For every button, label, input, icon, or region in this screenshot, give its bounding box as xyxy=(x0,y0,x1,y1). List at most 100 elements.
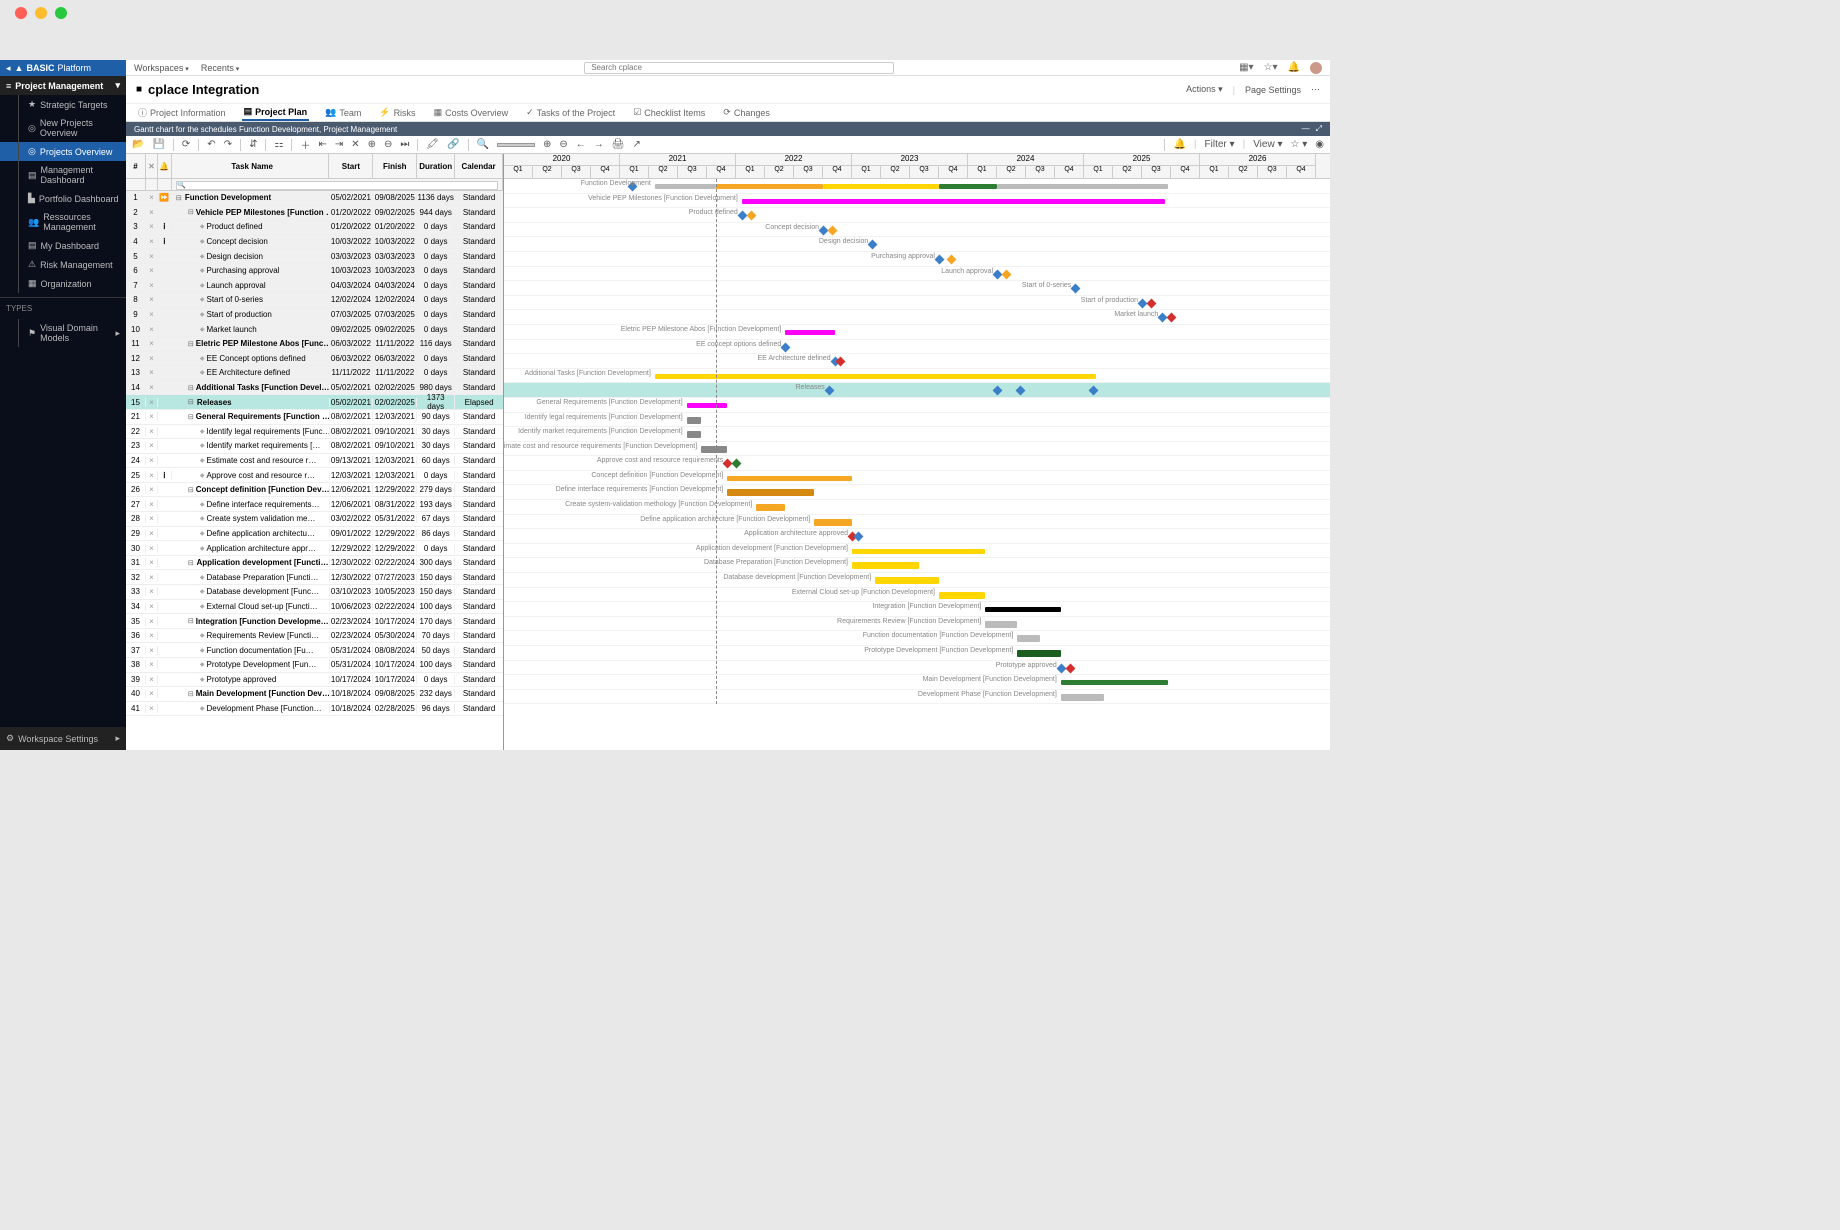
milestone-icon[interactable] xyxy=(1167,313,1177,323)
table-row[interactable]: 1×⏩⊟Function Development05/02/202109/08/… xyxy=(126,191,503,206)
menu-recents[interactable]: Recents xyxy=(201,63,240,73)
row-cut-icon[interactable]: × xyxy=(146,573,158,582)
gantt-bar[interactable] xyxy=(742,199,1165,204)
row-cut-icon[interactable]: × xyxy=(146,398,158,407)
table-row[interactable]: 15×⊟Releases05/02/202102/02/20251373 day… xyxy=(126,395,503,410)
collapse-icon[interactable]: ⊟ xyxy=(188,559,195,567)
table-row[interactable]: 28×◆Create system validation me…03/02/20… xyxy=(126,512,503,527)
table-row[interactable]: 36×◆Requirements Review [Functi…02/23/20… xyxy=(126,629,503,644)
table-row[interactable]: 12×◆EE Concept options defined06/03/2022… xyxy=(126,352,503,367)
table-row[interactable]: 34×◆External Cloud set-up [Functi…10/06/… xyxy=(126,600,503,615)
sidebar-item-my-dashboard[interactable]: ▤My Dashboard xyxy=(0,236,126,255)
undo-icon[interactable]: ↶ xyxy=(207,139,215,150)
row-cut-icon[interactable]: × xyxy=(146,544,158,553)
col-calendar[interactable]: Calendar xyxy=(455,154,503,178)
milestone-icon[interactable] xyxy=(781,342,791,352)
add-milestone-icon[interactable]: ⊕ xyxy=(368,139,376,150)
apps-icon[interactable]: ▦▾ xyxy=(1239,62,1253,73)
sidebar-item-portfolio-dashboard[interactable]: ▙Portfolio Dashboard xyxy=(0,189,126,208)
gantt-bar[interactable] xyxy=(756,504,785,511)
zoom-in-icon[interactable]: ⊕ xyxy=(543,139,551,150)
row-cut-icon[interactable]: × xyxy=(146,295,158,304)
tab-team[interactable]: 👥Team xyxy=(323,105,363,120)
table-row[interactable]: 23×◆Identify market requirements […08/02… xyxy=(126,439,503,454)
task-search-input[interactable] xyxy=(176,181,498,190)
gantt-bar[interactable] xyxy=(1017,635,1040,642)
table-row[interactable]: 22×◆Identify legal requirements [Func…08… xyxy=(126,425,503,440)
milestone-icon[interactable] xyxy=(1016,386,1026,396)
row-cut-icon[interactable]: × xyxy=(146,675,158,684)
sidebar-item-management-dashboard[interactable]: ▤Management Dashboard xyxy=(0,161,126,189)
row-cut-icon[interactable]: × xyxy=(146,237,158,246)
sync-icon[interactable]: ◉ xyxy=(1315,139,1324,150)
table-row[interactable]: 5×◆Design decision03/03/202303/03/20230 … xyxy=(126,249,503,264)
gantt-bar[interactable] xyxy=(701,446,727,453)
collapse-icon[interactable]: ⊟ xyxy=(188,384,194,392)
row-cut-icon[interactable]: × xyxy=(146,514,158,523)
row-cut-icon[interactable]: × xyxy=(146,339,158,348)
milestone-icon[interactable] xyxy=(868,240,878,250)
prev-icon[interactable]: ← xyxy=(576,139,586,150)
view-menu[interactable]: View ▾ xyxy=(1253,139,1282,150)
collapse-icon[interactable]: ⊟ xyxy=(188,398,195,406)
row-cut-icon[interactable]: × xyxy=(146,354,158,363)
row-cut-icon[interactable]: × xyxy=(146,602,158,611)
row-cut-icon[interactable]: × xyxy=(146,660,158,669)
col-name[interactable]: Task Name xyxy=(172,154,330,178)
row-cut-icon[interactable]: × xyxy=(146,587,158,596)
table-row[interactable]: 31×⊟Application development [Functi…12/3… xyxy=(126,556,503,571)
collapse-icon[interactable]: ⊟ xyxy=(176,194,183,202)
gantt-bar-segment[interactable] xyxy=(655,184,716,189)
collapse-icon[interactable]: ⊟ xyxy=(188,208,194,216)
gantt-bar[interactable] xyxy=(687,417,702,424)
table-row[interactable]: 24×◆Estimate cost and resource r…09/13/2… xyxy=(126,454,503,469)
gantt-bar-segment[interactable] xyxy=(997,184,1168,189)
more-icon[interactable]: ⋯ xyxy=(1311,84,1320,95)
star-icon[interactable]: ☆ ▾ xyxy=(1291,139,1308,150)
table-row[interactable]: 7×◆Launch approval04/03/202404/03/20240 … xyxy=(126,279,503,294)
col-cut[interactable]: ✕ xyxy=(146,154,158,178)
row-cut-icon[interactable]: × xyxy=(146,427,158,436)
table-row[interactable]: 21×⊟General Requirements [Function …08/0… xyxy=(126,410,503,425)
table-row[interactable]: 9×◆Start of production07/03/202507/03/20… xyxy=(126,308,503,323)
milestone-icon[interactable] xyxy=(824,386,834,396)
table-row[interactable]: 40×⊟Main Development [Function Dev…10/18… xyxy=(126,687,503,702)
tab-project-plan[interactable]: ▤Project Plan xyxy=(242,104,310,121)
page-settings-menu[interactable]: Page Settings xyxy=(1245,85,1301,95)
chart-pane[interactable]: 2020202120222023202420252026 Q1Q2Q3Q4Q1Q… xyxy=(504,154,1330,750)
milestone-icon[interactable] xyxy=(1146,298,1156,308)
indent-icon[interactable]: ⇥ xyxy=(335,139,343,150)
export-icon[interactable]: ↗ xyxy=(632,139,640,150)
search-input[interactable] xyxy=(584,62,894,74)
milestone-icon[interactable] xyxy=(1001,269,1011,279)
milestone-icon[interactable] xyxy=(935,255,945,265)
table-row[interactable]: 27×◆Define interface requirements…12/06/… xyxy=(126,497,503,512)
sidebar-item-new-projects-overview[interactable]: ◎New Projects Overview xyxy=(0,114,126,142)
next-icon[interactable]: → xyxy=(594,139,604,150)
sidebar-header[interactable]: ≡ Project Management ▾ xyxy=(0,76,126,95)
milestone-icon[interactable] xyxy=(1071,284,1081,294)
gantt-bar[interactable] xyxy=(875,577,939,584)
save-icon[interactable]: 💾 xyxy=(152,139,164,150)
sidebar-item-risk-management[interactable]: ⚠Risk Management xyxy=(0,255,126,274)
open-icon[interactable]: 📂 xyxy=(132,139,144,150)
tab-project-information[interactable]: ⓘProject Information xyxy=(136,104,228,121)
gantt-bar[interactable] xyxy=(785,330,834,335)
col-finish[interactable]: Finish xyxy=(373,154,417,178)
tab-tasks-of-the-project[interactable]: ✓Tasks of the Project xyxy=(524,105,617,120)
menu-workspaces[interactable]: Workspaces xyxy=(134,63,189,73)
goto-end-icon[interactable]: ⏭ xyxy=(400,139,409,150)
row-cut-icon[interactable]: × xyxy=(146,412,158,421)
table-row[interactable]: 4×ⅰ◆Concept decision10/03/202210/03/2022… xyxy=(126,235,503,250)
remove-milestone-icon[interactable]: ⊖ xyxy=(384,139,392,150)
sidebar-item-ressources-management[interactable]: 👥Ressources Management xyxy=(0,208,126,236)
bell-icon[interactable]: 🔔 xyxy=(1288,62,1300,73)
notify-icon[interactable]: 🔔 xyxy=(1173,139,1185,150)
milestone-icon[interactable] xyxy=(732,459,742,469)
row-cut-icon[interactable]: × xyxy=(146,617,158,626)
table-row[interactable]: 32×◆Database Preparation [Functi…12/30/2… xyxy=(126,570,503,585)
delete-icon[interactable]: ✕ xyxy=(351,139,359,150)
table-row[interactable]: 8×◆Start of 0-series12/02/202412/02/2024… xyxy=(126,293,503,308)
table-row[interactable]: 39×◆Prototype approved10/17/202410/17/20… xyxy=(126,673,503,688)
sidebar-item-strategic-targets[interactable]: ★Strategic Targets xyxy=(0,95,126,114)
